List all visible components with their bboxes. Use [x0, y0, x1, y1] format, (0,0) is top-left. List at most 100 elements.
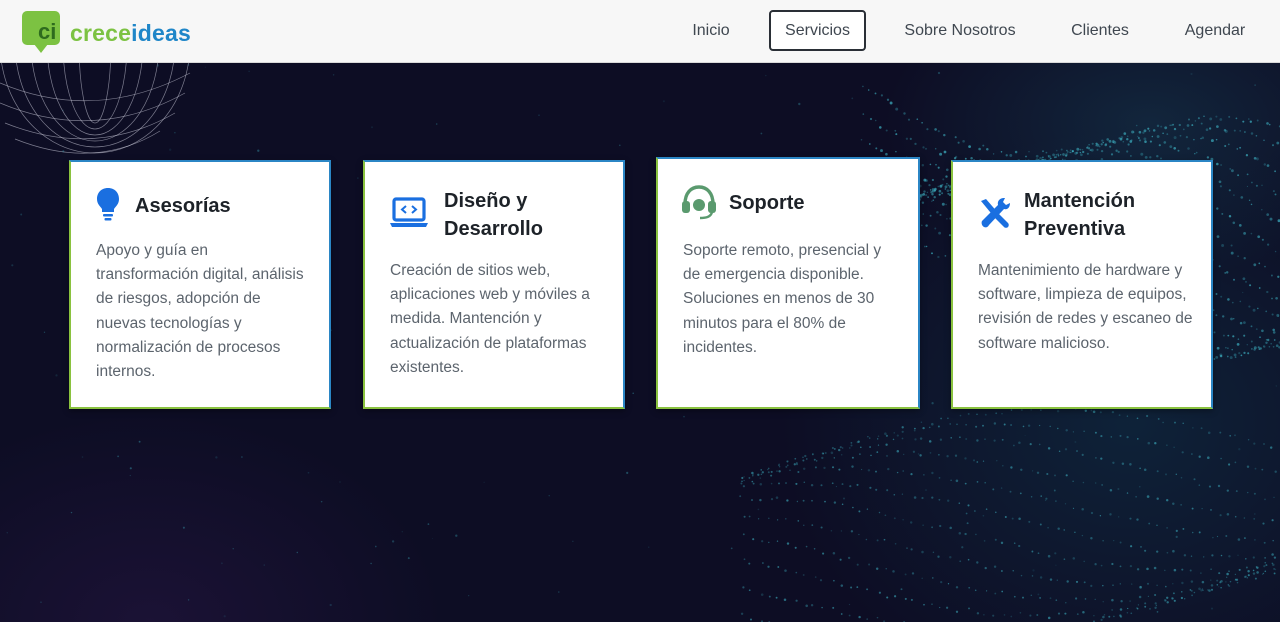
particle-dot — [831, 482, 834, 485]
particle-dot — [814, 576, 817, 578]
particle-dot — [1264, 561, 1267, 564]
particle-dot — [169, 148, 172, 151]
particle-dot — [1162, 421, 1164, 424]
particle-dot — [887, 467, 890, 471]
particle-dot — [921, 201, 925, 204]
particle-dot — [866, 508, 869, 510]
particle-dot — [1201, 136, 1205, 140]
particle-dot — [1126, 137, 1129, 141]
particle-dot — [1245, 154, 1249, 157]
particle-dot — [926, 191, 929, 194]
particle-dot — [923, 603, 925, 606]
particle-dot — [1039, 596, 1042, 599]
particle-dot — [920, 421, 923, 424]
particle-dot — [1190, 580, 1194, 583]
particle-dot — [862, 85, 864, 88]
particle-dot — [1201, 588, 1204, 590]
particle-dot — [1266, 122, 1269, 125]
particle-dot — [1267, 243, 1270, 246]
particle-dot — [1113, 539, 1115, 542]
particle-dot — [1229, 580, 1232, 583]
particle-dot — [913, 496, 917, 499]
particle-dot — [1066, 150, 1069, 153]
particle-dot — [759, 477, 762, 479]
particle-dot — [1232, 335, 1235, 338]
particle-dot — [964, 532, 967, 536]
particle-dot — [1083, 430, 1085, 432]
particle-dot — [1002, 465, 1004, 467]
particle-dot — [1225, 581, 1227, 583]
particle-dot — [1228, 463, 1231, 466]
particle-dot — [1031, 470, 1034, 472]
brand-logo[interactable]: ci creceideas — [22, 10, 202, 53]
nav-link-clientes[interactable]: Clientes — [1060, 10, 1140, 51]
brand-name-part2: ideas — [131, 20, 191, 46]
particle-dot — [1129, 140, 1133, 143]
particle-dot — [1053, 489, 1056, 492]
particle-dot — [1172, 583, 1174, 585]
nav-link-servicios[interactable]: Servicios — [769, 10, 866, 51]
particle-dot — [1160, 125, 1163, 128]
particle-dot — [1032, 569, 1035, 572]
particle-dot — [558, 591, 560, 593]
particle-dot — [833, 447, 836, 450]
particle-dot — [1219, 118, 1223, 121]
particle-dot — [802, 459, 805, 462]
particle-dot — [1198, 587, 1201, 591]
service-card-asesorias[interactable]: Asesorías Apoyo y guía en transformación… — [69, 160, 331, 409]
nav-link-agendar[interactable]: Agendar — [1172, 10, 1258, 51]
particle-dot — [1152, 129, 1156, 132]
particle-dot — [1164, 473, 1168, 476]
particle-dot — [1101, 484, 1103, 486]
particle-dot — [912, 450, 916, 453]
particle-dot — [1058, 450, 1061, 453]
particle-dot — [1237, 338, 1240, 340]
particle-dot — [1057, 153, 1059, 156]
particle-dot — [1218, 180, 1222, 184]
particle-dot — [1257, 307, 1259, 310]
particle-dot — [838, 468, 841, 471]
particle-dot — [1055, 564, 1057, 566]
particle-dot — [1245, 281, 1247, 283]
particle-dot — [925, 194, 928, 197]
particle-dot — [435, 123, 438, 125]
particle-dot — [1135, 496, 1137, 498]
particle-dot — [1237, 255, 1239, 258]
particle-dot — [851, 456, 854, 459]
particle-dot — [909, 137, 912, 140]
particle-dot — [762, 562, 764, 564]
particle-dot — [1247, 569, 1250, 573]
particle-dot — [839, 558, 842, 561]
particle-dot — [223, 615, 226, 618]
particle-dot — [232, 548, 234, 550]
service-card-mantencion-preventiva[interactable]: Mantención Preventiva Mantenimiento de h… — [951, 160, 1213, 409]
particle-dot — [55, 374, 58, 377]
particle-dot — [1075, 580, 1079, 583]
nav-link-inicio[interactable]: Inicio — [676, 10, 746, 51]
particle-dot — [1191, 124, 1194, 127]
nav-link-sobre-nosotros[interactable]: Sobre Nosotros — [892, 10, 1028, 51]
particle-dot — [904, 573, 907, 576]
service-card-soporte[interactable]: Soporte Soporte remoto, presencial y de … — [656, 157, 920, 409]
particle-dot — [1210, 607, 1214, 610]
particle-dot — [1126, 135, 1129, 138]
service-card-diseno-desarrollo[interactable]: Diseño y Desarrollo Creación de sitios w… — [363, 160, 625, 409]
particle-dot — [976, 481, 979, 483]
particle-dot — [1047, 616, 1051, 620]
particle-dot — [860, 138, 863, 141]
particle-dot — [933, 189, 937, 192]
particle-dot — [1148, 130, 1151, 132]
particle-dot — [1253, 513, 1256, 515]
particle-dot — [1242, 120, 1245, 123]
particle-dot — [929, 189, 932, 191]
particle-dot — [852, 506, 854, 509]
particle-dot — [976, 561, 979, 564]
particle-dot — [1072, 480, 1074, 483]
particle-dot — [1022, 596, 1024, 599]
particle-dot — [784, 569, 787, 572]
particle-dot — [765, 74, 767, 77]
particle-dot — [1237, 538, 1241, 541]
particle-dot — [1118, 414, 1121, 416]
particle-dot — [1238, 224, 1242, 227]
particle-dot — [943, 150, 947, 154]
